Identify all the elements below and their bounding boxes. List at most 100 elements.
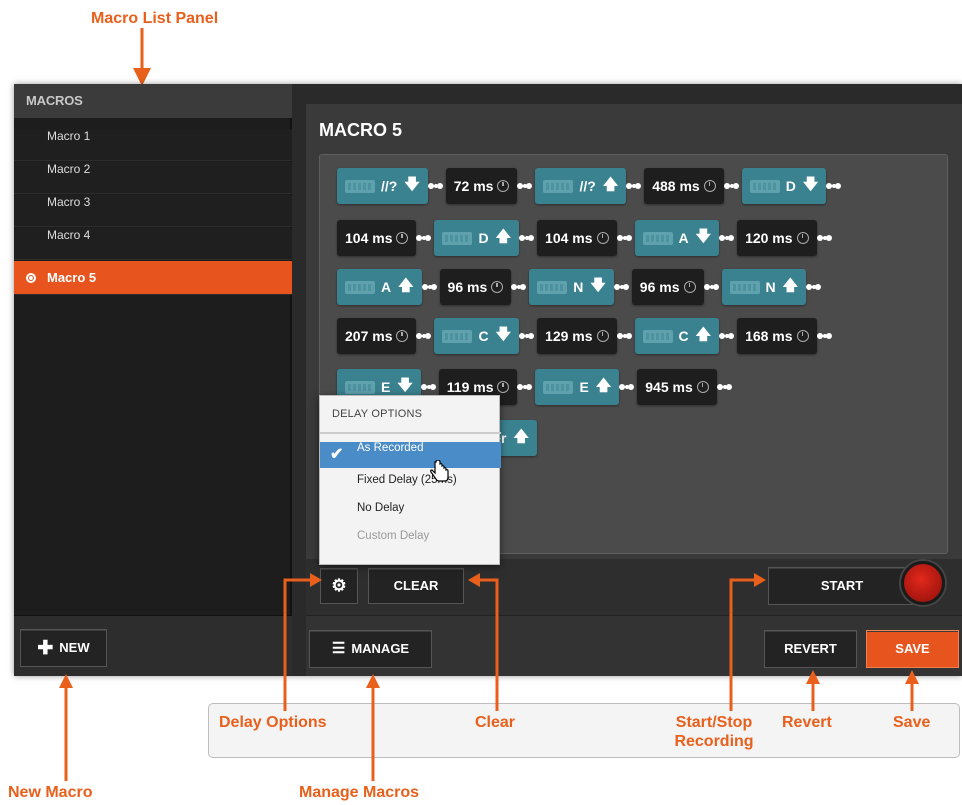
macro-list-panel: MACROS Macro 1 Macro 2 Macro 3 Macro 4 M… bbox=[14, 84, 292, 676]
key-event-node[interactable]: C 🡅 bbox=[634, 318, 720, 354]
key-label: N bbox=[765, 279, 776, 295]
arrow-up-icon: 🡅 bbox=[513, 427, 529, 445]
keyboard-icon bbox=[749, 179, 780, 193]
key-label: N bbox=[573, 279, 584, 295]
manage-button-label: MANAGE bbox=[351, 641, 410, 656]
key-label: //? bbox=[579, 178, 596, 194]
clock-icon bbox=[683, 281, 696, 293]
connector-icon bbox=[616, 233, 635, 243]
callout-new-macro: New Macro bbox=[8, 784, 93, 801]
clock-icon bbox=[491, 281, 504, 293]
save-button[interactable]: SAVE bbox=[866, 630, 959, 668]
connector-icon bbox=[816, 331, 835, 341]
keyboard-icon bbox=[642, 329, 673, 343]
connector-icon bbox=[427, 181, 446, 191]
menu-divider bbox=[320, 432, 501, 434]
connector-icon bbox=[420, 382, 439, 392]
key-event-node[interactable]: A 🡇 bbox=[634, 220, 720, 256]
key-label: A bbox=[678, 230, 689, 246]
connector-icon bbox=[517, 382, 535, 392]
delay-node[interactable]: 120 ms bbox=[737, 220, 817, 256]
arrow-down-icon: 🡇 bbox=[802, 175, 819, 193]
clock-icon bbox=[497, 180, 510, 192]
arrow-up-icon: 🡅 bbox=[595, 376, 612, 394]
record-indicator-icon[interactable] bbox=[901, 561, 945, 605]
option-label: No Delay bbox=[357, 502, 405, 514]
delay-option-as-recorded[interactable]: ✔ As Recorded bbox=[320, 442, 501, 468]
sequence-row: //? 🡇 72 ms//? 🡅 488 ms D 🡇 bbox=[337, 168, 844, 204]
callout-macro-list-panel: Macro List Panel bbox=[91, 10, 219, 27]
clock-icon bbox=[796, 232, 809, 244]
delay-node[interactable]: 96 ms bbox=[439, 269, 512, 305]
key-event-node[interactable]: E 🡅 bbox=[535, 369, 620, 405]
callout-revert: Revert bbox=[782, 714, 832, 731]
callout-start-stop: Start/Stop Recording bbox=[666, 713, 762, 751]
delay-node[interactable]: 129 ms bbox=[537, 318, 617, 354]
clock-icon bbox=[396, 232, 409, 244]
delay-node[interactable]: 104 ms bbox=[337, 220, 417, 256]
delay-label: 119 ms bbox=[446, 379, 494, 395]
delay-node[interactable]: 96 ms bbox=[631, 269, 704, 305]
arrow-down-icon: 🡇 bbox=[404, 175, 420, 193]
new-macro-button[interactable]: ✚ NEW bbox=[20, 629, 107, 667]
key-event-node[interactable]: //? 🡇 bbox=[337, 168, 428, 204]
key-label: C bbox=[678, 328, 689, 344]
delay-node[interactable]: 945 ms bbox=[637, 369, 717, 405]
delay-node[interactable]: 488 ms bbox=[644, 168, 724, 204]
key-event-node[interactable]: A 🡅 bbox=[337, 269, 422, 305]
clock-icon bbox=[596, 232, 609, 244]
sequence-row: A 🡅 96 ms N 🡇 96 ms N 🡅 bbox=[337, 269, 824, 305]
revert-button[interactable]: REVERT bbox=[764, 630, 857, 668]
delay-option-fixed[interactable]: Fixed Delay (25ms) bbox=[320, 474, 501, 500]
keyboard-icon bbox=[642, 231, 673, 245]
key-label: D bbox=[785, 178, 796, 194]
connector-icon bbox=[619, 382, 637, 392]
macro-list-header: MACROS bbox=[14, 84, 292, 118]
callout-clear: Clear bbox=[475, 714, 516, 731]
start-recording-button[interactable]: START bbox=[768, 567, 916, 605]
delay-label: 488 ms bbox=[652, 178, 700, 194]
key-event-node[interactable]: N 🡅 bbox=[721, 269, 807, 305]
clock-icon bbox=[703, 180, 716, 192]
connector-icon bbox=[519, 233, 537, 243]
connector-icon bbox=[806, 282, 824, 292]
option-label: As Recorded bbox=[357, 442, 424, 454]
delay-options-menu: DELAY OPTIONS ✔ As Recorded Fixed Delay (… bbox=[319, 395, 501, 565]
key-event-node[interactable]: //? 🡅 bbox=[535, 168, 627, 204]
recording-toolbar: ⚙ CLEAR START bbox=[306, 559, 962, 615]
connector-icon bbox=[719, 331, 737, 341]
key-event-node[interactable]: D 🡅 bbox=[434, 220, 520, 256]
key-label: //? bbox=[381, 178, 398, 194]
keyboard-icon bbox=[442, 329, 473, 343]
key-event-node[interactable]: D 🡇 bbox=[741, 168, 827, 204]
delay-option-custom: Custom Delay bbox=[320, 530, 501, 556]
keyboard-icon bbox=[442, 231, 473, 245]
key-event-node[interactable]: C 🡇 bbox=[434, 318, 520, 354]
key-event-node[interactable]: N 🡇 bbox=[529, 269, 614, 305]
macro-list-item-3[interactable]: Macro 3 bbox=[14, 195, 292, 227]
connector-icon bbox=[616, 331, 635, 341]
keyboard-icon bbox=[543, 380, 574, 394]
clock-icon bbox=[396, 330, 409, 342]
sidebar-footer: ✚ NEW bbox=[14, 615, 292, 676]
macro-title: MACRO 5 bbox=[319, 120, 403, 140]
clear-button[interactable]: CLEAR bbox=[368, 568, 464, 604]
macro-list-item-1[interactable]: Macro 1 bbox=[14, 129, 292, 161]
macro-list-item-4[interactable]: Macro 4 bbox=[14, 228, 292, 260]
macro-list-item-5-selected[interactable]: Macro 5 bbox=[14, 261, 292, 295]
list-icon: ☰ bbox=[331, 640, 346, 657]
delay-node[interactable]: 72 ms bbox=[445, 168, 518, 204]
delay-label: 129 ms bbox=[545, 328, 593, 344]
callout-start-stop-line2: Recording bbox=[674, 733, 754, 750]
connector-icon bbox=[723, 181, 742, 191]
delay-label: 96 ms bbox=[639, 279, 680, 295]
delay-node[interactable]: 168 ms bbox=[737, 318, 817, 354]
delay-node[interactable]: 207 ms bbox=[337, 318, 417, 354]
delay-node[interactable]: 104 ms bbox=[537, 220, 617, 256]
keyboard-icon bbox=[729, 280, 760, 294]
checkmark-icon: ✔ bbox=[330, 446, 344, 463]
macro-list-item-2[interactable]: Macro 2 bbox=[14, 162, 292, 194]
delay-options-button[interactable]: ⚙ bbox=[320, 568, 358, 604]
manage-macros-button[interactable]: ☰ MANAGE bbox=[309, 630, 432, 668]
delay-option-none[interactable]: No Delay bbox=[320, 502, 501, 528]
